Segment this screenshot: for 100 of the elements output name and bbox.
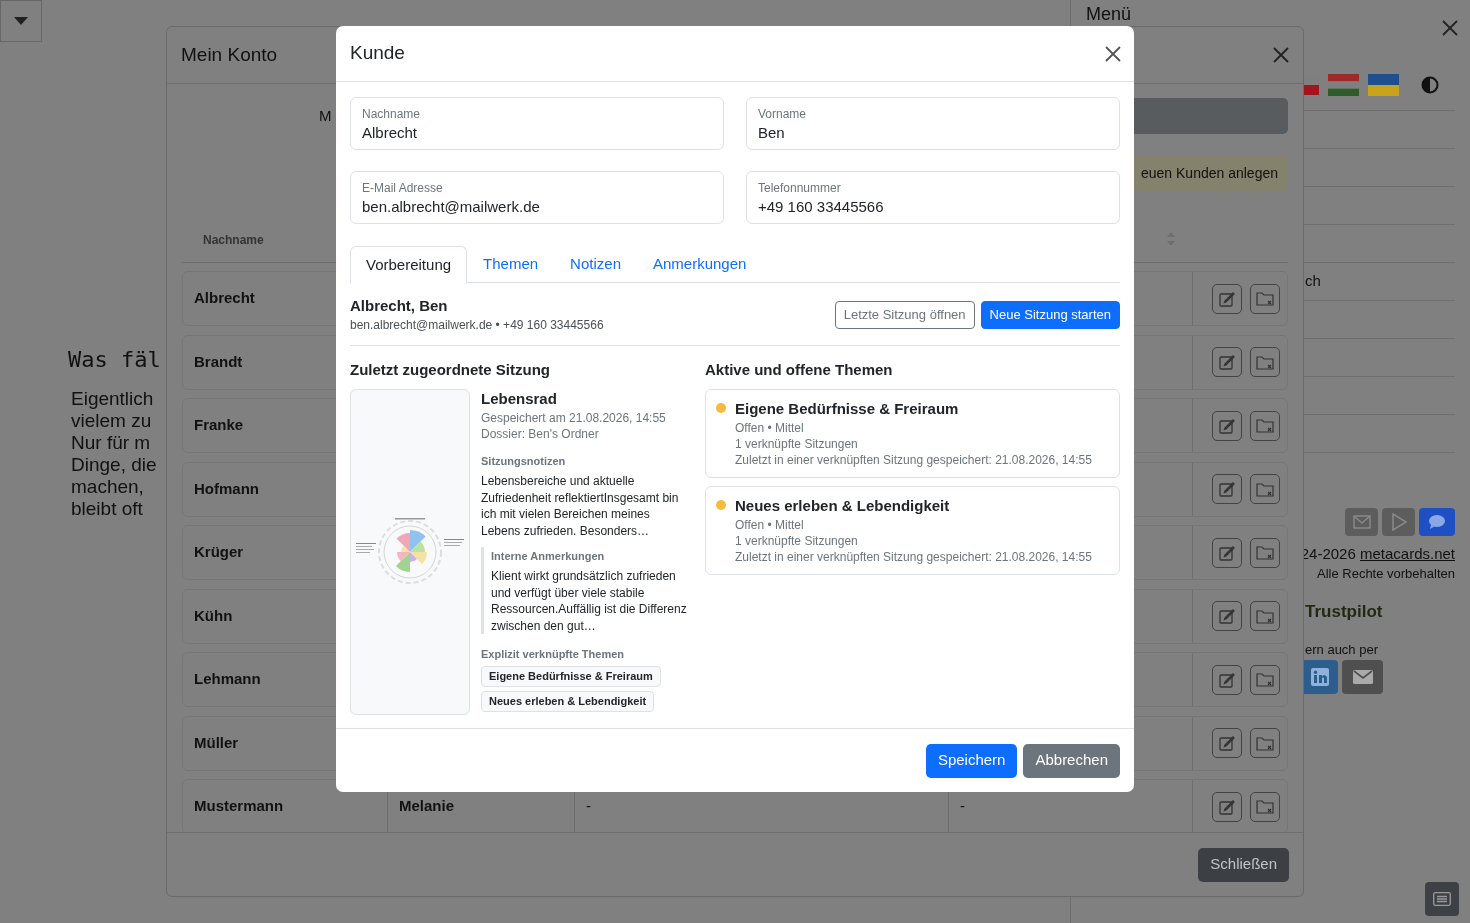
edit-button[interactable] [1212,664,1242,695]
open-session-button[interactable]: Letzte Sitzung öffnen [834,301,975,329]
field-value: +49 160 33445566 [758,197,885,217]
cancel-button[interactable]: Abbrechen [1023,743,1120,778]
field-label: Vorname [758,107,808,121]
field-label: Nachname [362,107,422,121]
tab[interactable]: Vorbereitung [350,246,468,284]
folder-x-icon [1256,481,1274,497]
close-button[interactable] [1273,47,1289,63]
table-cell: Lehmann [194,670,261,687]
field-label: Telefonnummer [758,181,842,195]
remove-folder-button[interactable] [1250,347,1280,377]
page-heading: Was fäl [68,346,161,374]
field-value: Ben [758,123,786,143]
remove-folder-button[interactable] [1250,537,1280,568]
remove-folder-button[interactable] [1250,601,1280,631]
tab[interactable]: Themen [467,246,555,283]
close-button[interactable] [1105,45,1121,62]
mail-icon [1352,670,1373,684]
theme-status: Offen • Mittel [735,517,805,533]
menu-item-text[interactable]: ch [1305,270,1321,293]
close-icon [1273,47,1289,63]
mail-button[interactable] [1345,508,1378,536]
play-icon [1390,513,1407,531]
edit-button[interactable] [1212,283,1242,314]
column-header[interactable]: Nachname [203,233,264,247]
folder-x-icon [1256,418,1274,433]
caret-down-icon [13,16,29,26]
section-heading: Zuletzt zugeordnete Sitzung [350,361,551,379]
edit-button[interactable] [1212,601,1242,631]
section-heading: Aktive und offene Themen [705,361,894,379]
edit-button[interactable] [1212,474,1242,504]
flag-icon[interactable] [1368,74,1399,96]
remove-folder-button[interactable] [1250,410,1280,441]
tab[interactable]: Anmerkungen [636,246,763,283]
start-session-button[interactable]: Neue Sitzung starten [980,301,1120,329]
text-field[interactable]: E-Mail Adresse ben.albrecht@mailwerk.de [350,171,724,224]
edit-button[interactable] [1212,791,1242,822]
text-field[interactable]: Telefonnummer +49 160 33445566 [746,171,1120,224]
email-button[interactable] [1342,660,1383,694]
text-field[interactable]: Nachname Albrecht [350,97,724,150]
text-field[interactable]: Vorname Ben [746,97,1120,150]
folder-x-icon [1256,545,1274,560]
table-cell: Müller [194,733,239,751]
edit-icon [1219,354,1235,370]
table-cell: Brandt [194,352,243,370]
flag-icon[interactable] [1328,74,1359,96]
edit-icon [1219,608,1235,624]
website-link[interactable]: metacards.net [1359,545,1455,562]
theme-last-saved: Zuletzt in einer verknüpften Sitzung gespeichert: 21.08.2026, 14:55 [735,452,1092,468]
list-button[interactable] [1425,882,1459,916]
save-button[interactable]: Speichern [925,743,1018,778]
remove-folder-button[interactable] [1250,728,1280,758]
menu-title: Menü [1086,4,1132,24]
share-label: ern auch per [1304,642,1379,658]
chat-button[interactable] [1419,508,1455,536]
mail-icon [1352,515,1371,529]
table-cell: Melanie [399,797,455,814]
session-thumbnail[interactable] [350,389,470,715]
dialog-title: Mein Konto [181,42,278,67]
table-cell: Franke [194,416,244,433]
edit-button[interactable] [1212,537,1242,568]
table-cell: - [586,797,591,814]
edit-icon [1219,417,1235,434]
topic-tag: Neues erleben & Lebendigkeit [481,691,655,712]
remove-folder-button[interactable] [1250,474,1280,504]
field-value: Albrecht [362,123,419,143]
section-heading: M [318,105,332,126]
close-dialog-button[interactable]: Schließen [1198,847,1289,882]
table-cell: Kühn [194,606,233,624]
internal-notes-label: Interne Anmerkungen [491,549,606,563]
edit-icon [1219,798,1235,815]
edit-icon [1219,290,1235,307]
contrast-icon[interactable] [1421,76,1439,94]
field-value: ben.albrecht@mailwerk.de [362,197,541,217]
theme-card[interactable]: Neues erleben & Lebendigkeit Offen • Mittel 1 verknüpfte Sitzungen Zuletzt in einer verknüpften Sitzung gespeichert: 21.08.2026, 14:55 [705,486,1120,575]
list-icon [1433,892,1451,906]
table-cell: Hofmann [194,479,259,497]
theme-sessions: 1 verknüpfte Sitzungen [735,533,859,549]
linkedin-icon [1310,668,1329,686]
page-paragraph: Eigentlich vielem zu Nur für m Dinge, die machen, bleibt oft [70,388,158,520]
edit-button[interactable] [1212,728,1242,758]
remove-folder-button[interactable] [1250,791,1280,822]
saved-date: Gespeichert am 21.08.2026, 14:55 [481,410,667,426]
close-button[interactable] [1442,20,1458,36]
dossier-text: Dossier: Ben's Ordner [481,426,600,442]
session-title: Lebensrad [481,390,558,408]
edit-button[interactable] [1212,410,1242,441]
edit-icon [1219,671,1235,688]
tab[interactable]: Notizen [554,246,637,283]
theme-sessions: 1 verknüpfte Sitzungen [735,436,859,452]
remove-folder-button[interactable] [1250,283,1280,314]
edit-button[interactable] [1212,347,1242,377]
close-icon [1105,45,1121,62]
theme-card[interactable]: Eigene Bedürfnisse & Freiraum Offen • Mittel 1 verknüpfte Sitzungen Zuletzt in einer verknüpften Sitzung gespeichert: 21.08.2026, 14:55 [705,389,1120,478]
folder-x-icon [1256,354,1274,370]
play-store-button[interactable] [1382,508,1415,536]
dropdown-button[interactable] [0,0,42,42]
remove-folder-button[interactable] [1250,664,1280,695]
folder-x-icon [1256,672,1274,687]
